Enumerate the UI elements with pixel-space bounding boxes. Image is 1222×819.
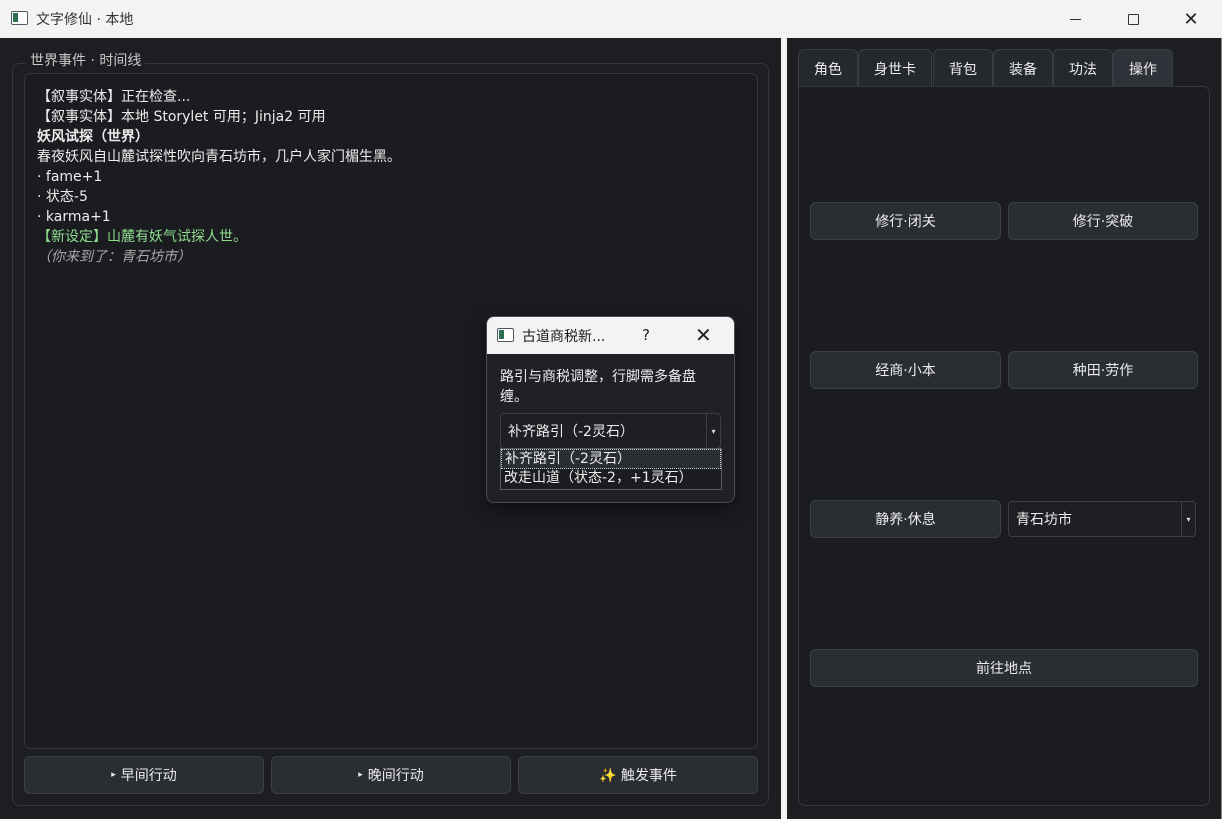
play-icon: ▸ bbox=[358, 770, 363, 780]
seclusion-button[interactable]: 修行·闭关 bbox=[810, 202, 1001, 240]
actions-panel bbox=[798, 86, 1210, 806]
chevron-down-icon: ▾ bbox=[1181, 502, 1195, 536]
maximize-icon bbox=[1127, 13, 1139, 25]
maximize-button[interactable] bbox=[1104, 0, 1162, 38]
trigger-event-label: ✨ 触发事件 bbox=[599, 768, 677, 784]
evening-action-label: 晚间行动 bbox=[367, 768, 424, 784]
log-line: · fame+1 bbox=[37, 169, 103, 185]
log-new-setting: 【新设定】山麓有妖气试探人世。 bbox=[37, 229, 247, 245]
log-line: 【叙事实体】正在检查... bbox=[37, 89, 191, 105]
choice-dropdown-list: 补齐路引（-2灵石） 改走山道（状态-2，+1灵石） bbox=[500, 448, 722, 490]
morning-action-button[interactable]: ▸ 早间行动 bbox=[24, 756, 264, 794]
choice-option[interactable]: 改走山道（状态-2，+1灵石） bbox=[501, 469, 721, 489]
log-location-note: （你来到了：青石坊市） bbox=[37, 249, 191, 265]
log-event-title: 妖风试探（世界） bbox=[37, 129, 149, 145]
tab-actions[interactable]: 操作 bbox=[1113, 49, 1173, 87]
log-line: · karma+1 bbox=[37, 209, 111, 225]
dialog-message: 路引与商税调整，行脚需多备盘缠。 bbox=[500, 369, 696, 405]
rest-button[interactable]: 静养·休息 bbox=[810, 500, 1001, 538]
log-line: 【叙事实体】本地 Storylet 可用；Jinja2 可用 bbox=[37, 109, 326, 125]
log-line: · 状态-5 bbox=[37, 189, 88, 205]
choice-option[interactable]: 补齐路引（-2灵石） bbox=[501, 449, 721, 469]
close-icon: ✕ bbox=[1183, 8, 1199, 30]
app-icon bbox=[11, 11, 28, 25]
trigger-event-button[interactable]: ✨ 触发事件 bbox=[518, 756, 758, 794]
tab-character[interactable]: 角色 bbox=[798, 49, 858, 87]
title-bar: 文字修仙 · 本地 ✕ bbox=[0, 0, 1222, 38]
tab-background-card[interactable]: 身世卡 bbox=[858, 49, 932, 87]
help-button[interactable]: ? bbox=[642, 326, 650, 344]
minimize-icon bbox=[1069, 18, 1081, 20]
log-line: 春夜妖风自山麓试探性吹向青石坊市，几户人家门楣生黑。 bbox=[37, 149, 401, 165]
farming-button[interactable]: 种田·劳作 bbox=[1008, 351, 1198, 389]
location-select[interactable]: 青石坊市 ▾ bbox=[1008, 501, 1196, 537]
dialog-title-bar: 古道商税新... ? ✕ bbox=[487, 317, 734, 354]
breakthrough-button[interactable]: 修行·突破 bbox=[1008, 202, 1198, 240]
chevron-down-icon: ▾ bbox=[706, 414, 720, 448]
trade-button[interactable]: 经商·小本 bbox=[810, 351, 1001, 389]
close-button[interactable]: ✕ bbox=[1162, 0, 1220, 38]
app-icon bbox=[497, 328, 514, 342]
tab-equipment[interactable]: 装备 bbox=[993, 49, 1053, 87]
window-title: 文字修仙 · 本地 bbox=[36, 12, 134, 28]
splitter-handle[interactable] bbox=[781, 38, 787, 819]
travel-button[interactable]: 前往地点 bbox=[810, 649, 1198, 687]
dialog-title: 古道商税新... bbox=[522, 329, 606, 345]
minimize-button[interactable] bbox=[1046, 0, 1104, 38]
evening-action-button[interactable]: ▸ 晚间行动 bbox=[271, 756, 511, 794]
dialog-close-button[interactable]: ✕ bbox=[695, 323, 712, 347]
tab-inventory[interactable]: 背包 bbox=[933, 49, 993, 87]
tab-skills[interactable]: 功法 bbox=[1053, 49, 1113, 87]
choice-select-value: 补齐路引（-2灵石） bbox=[508, 424, 634, 440]
choice-select[interactable]: 补齐路引（-2灵石） ▾ bbox=[500, 413, 721, 449]
morning-action-label: 早间行动 bbox=[120, 768, 177, 784]
play-icon: ▸ bbox=[111, 770, 116, 780]
timeline-group-title: 世界事件 · 时间线 bbox=[26, 50, 146, 70]
location-select-value: 青石坊市 bbox=[1016, 512, 1072, 528]
